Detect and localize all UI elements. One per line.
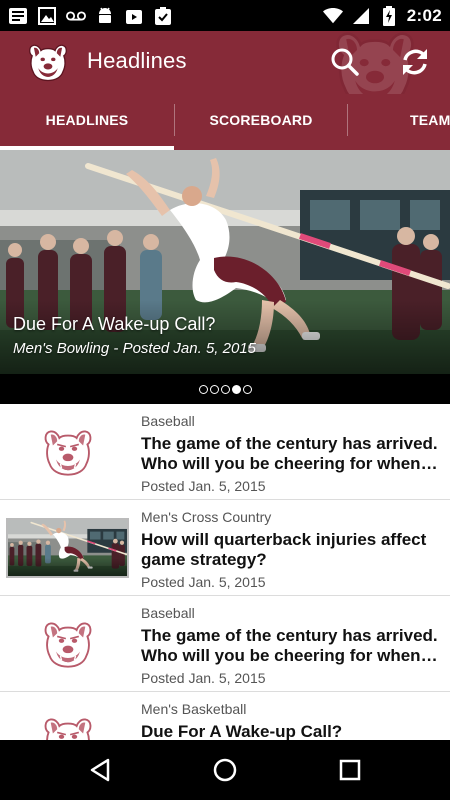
pager-dot[interactable] [242,384,252,394]
search-button[interactable] [327,44,363,80]
thumbnail [6,518,129,578]
bulldog-logo-icon [38,713,98,740]
status-bar: 2:02 [0,0,450,31]
list-item[interactable]: Baseball The game of the century has arr… [0,404,450,500]
tab-scoreboard[interactable]: SCOREBOARD [175,94,347,146]
list-item[interactable]: Baseball The game of the century has arr… [0,596,450,692]
signal-icon [351,6,371,26]
battery-charging-icon [379,5,399,26]
play-store-icon [124,6,144,26]
recents-icon [339,759,361,781]
carousel-pager [0,374,450,404]
featured-title: Due For A Wake-up Call? [13,314,216,334]
app-bar: Headlines [0,31,450,94]
item-category: Baseball [141,413,195,429]
image-icon [37,6,57,26]
item-headline: The game of the century has arrived. Who… [141,434,438,473]
item-category: Men's Basketball [141,701,247,717]
list-item[interactable]: Men's Cross Country How will quarterback… [0,500,450,596]
item-headline: Due For A Wake-up Call? [141,722,343,740]
back-button[interactable] [80,752,120,788]
wifi-icon [322,6,343,26]
item-date: Posted Jan. 5, 2015 [141,478,266,494]
tab-headlines[interactable]: HEADLINES [0,94,174,146]
item-headline: How will quarterback injuries affect gam… [141,530,427,569]
home-icon [213,758,237,782]
bulldog-logo-icon [38,425,98,479]
voicemail-icon [66,6,86,26]
status-time: 2:02 [406,5,442,25]
featured-story[interactable]: Due For A Wake-up Call? Men's Bowling - … [0,150,450,404]
refresh-button[interactable] [396,44,434,80]
thumbnail [6,709,129,740]
item-category: Baseball [141,605,195,621]
thumbnail [6,613,129,675]
refresh-icon [403,49,427,75]
pager-dot[interactable] [198,384,208,394]
search-icon [331,48,359,76]
item-date: Posted Jan. 5, 2015 [141,670,266,686]
pager-dot[interactable] [209,384,219,394]
featured-subtitle: Men's Bowling - Posted Jan. 5, 2015 [13,340,257,357]
tab-bar: HEADLINES SCOREBOARD TEAM [0,94,450,150]
item-headline: The game of the century has arrived. Who… [141,626,438,665]
news-list: Baseball The game of the century has arr… [0,404,450,740]
sim-card-icon [8,6,28,26]
pager-dot[interactable] [220,384,230,394]
item-category: Men's Cross Country [141,509,272,525]
thumbnail [6,421,129,483]
tab-team[interactable]: TEAM [348,94,450,146]
item-date: Posted Jan. 5, 2015 [141,574,266,590]
bulldog-logo-icon[interactable] [26,40,70,84]
pole-vault-photo [8,520,127,576]
bulldog-logo-icon [38,617,98,671]
recents-button[interactable] [330,752,370,788]
clipboard-check-icon [153,6,173,26]
back-icon [90,758,110,782]
list-item[interactable]: Men's Basketball Due For A Wake-up Call? [0,692,450,740]
home-button[interactable] [205,752,245,788]
android-icon [95,6,115,26]
pager-dot-active[interactable] [231,384,241,394]
navigation-bar [0,740,450,800]
app-title: Headlines [87,48,187,73]
